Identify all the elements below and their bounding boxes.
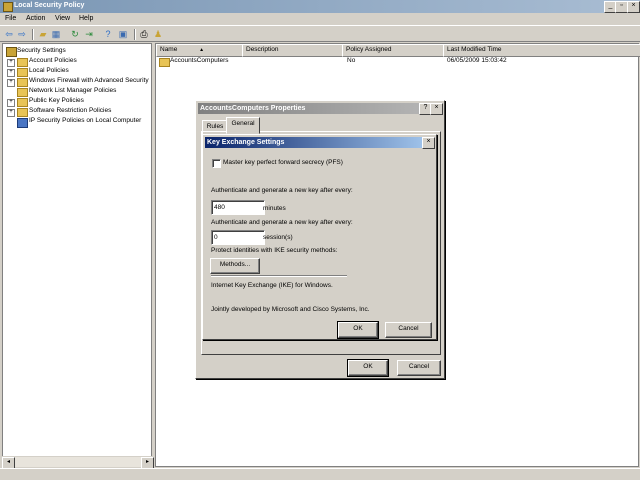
column-header-policy-assigned[interactable]: Policy Assigned [342, 44, 448, 57]
tree-item-public-key-policies[interactable]: Public Key Policies [29, 96, 84, 106]
cancel-button[interactable]: Cancel [397, 360, 441, 376]
tab-general[interactable]: General [226, 117, 260, 134]
key-exchange-dialog-title-bar[interactable]: Key Exchange Settings × [205, 137, 435, 149]
expand-icon[interactable]: + [7, 59, 15, 67]
window-title-bar[interactable]: Local Security Policy _ ▫ × [0, 0, 640, 13]
back-arrow-icon[interactable]: ⇦ [4, 29, 14, 39]
column-header-name[interactable]: Name ▲ [156, 44, 247, 57]
sessions-prompt: Authenticate and generate a new key afte… [211, 219, 353, 226]
ok-button[interactable]: OK [337, 321, 379, 339]
tree-item-windows-firewall[interactable]: Windows Firewall with Advanced Security [29, 76, 149, 86]
properties-sheet-icon[interactable]: ⎙ [139, 29, 149, 39]
expand-icon[interactable]: + [7, 99, 15, 107]
folder-icon [17, 78, 28, 87]
menu-action[interactable]: Action [26, 15, 45, 22]
security-policy-app-icon [3, 2, 13, 12]
folder-icon [17, 88, 28, 97]
ok-button[interactable]: OK [347, 359, 389, 377]
sessions-input[interactable] [211, 230, 265, 245]
tree-item-software-restriction[interactable]: Software Restriction Policies [29, 106, 111, 116]
protect-identities-label: Protect identities with IKE security met… [211, 247, 338, 254]
expand-icon[interactable]: + [7, 109, 15, 117]
ip-security-icon [17, 118, 28, 128]
tree-item-network-list-manager[interactable]: Network List Manager Policies [29, 86, 116, 96]
tree-horizontal-scrollbar[interactable]: ◂ ▸ [2, 456, 154, 470]
tree-item-account-policies[interactable]: Account Policies [29, 56, 77, 66]
tree-item-local-policies[interactable]: Local Policies [29, 66, 69, 76]
minutes-prompt: Authenticate and generate a new key afte… [211, 187, 353, 194]
close-button[interactable]: × [430, 103, 443, 115]
export-icon[interactable]: ⇥ [84, 29, 94, 39]
column-name-label: Name [160, 46, 178, 53]
folder-icon [17, 68, 28, 77]
security-settings-icon [6, 47, 17, 57]
properties-icon[interactable]: ▦ [51, 29, 61, 39]
up-folder-icon[interactable]: ▰ [38, 29, 48, 39]
row-last-modified: 06/05/2009 15:03:42 [447, 57, 507, 64]
menu-view[interactable]: View [55, 15, 70, 22]
column-header-last-modified[interactable]: Last Modified Time [443, 44, 640, 57]
close-button[interactable]: × [422, 137, 435, 149]
user-icon[interactable]: ♟ [153, 29, 163, 39]
row-name: AccountsComputers [170, 57, 229, 64]
column-header-description[interactable]: Description [242, 44, 347, 57]
row-policy-assigned: No [347, 57, 356, 64]
refresh-icon[interactable]: ↻ [70, 29, 80, 39]
key-exchange-dialog: Key Exchange Settings × Master key perfe… [202, 134, 437, 340]
sessions-unit-label: session(s) [263, 234, 293, 241]
properties-dialog-title-bar[interactable]: AccountsComputers Properties ? × [198, 103, 443, 115]
window-title: Local Security Policy [14, 2, 85, 9]
pfs-checkbox[interactable] [212, 159, 221, 168]
assign-policy-icon[interactable]: ▣ [118, 29, 128, 39]
cancel-button[interactable]: Cancel [385, 322, 432, 338]
folder-icon [17, 98, 28, 107]
policy-folder-icon [159, 58, 170, 67]
close-button[interactable]: × [627, 1, 640, 13]
ike-note: Internet Key Exchange (IKE) for Windows. [211, 282, 333, 289]
toolbar: ⇦ ⇨ ▰ ▦ ↻ ⇥ ? ▣ ⎙ ♟ [0, 25, 640, 42]
tree-root-security-settings[interactable]: Security Settings [17, 46, 66, 56]
expand-icon[interactable]: + [7, 69, 15, 77]
key-exchange-dialog-title: Key Exchange Settings [207, 139, 285, 146]
status-bar [0, 468, 640, 480]
forward-arrow-icon[interactable]: ⇨ [17, 29, 27, 39]
pfs-label: Master key perfect forward secrecy (PFS) [223, 159, 343, 166]
developed-note: Jointly developed by Microsoft and Cisco… [211, 306, 370, 313]
tree-item-ip-security[interactable]: IP Security Policies on Local Computer [29, 116, 141, 126]
menu-help[interactable]: Help [79, 15, 93, 22]
expand-icon[interactable]: + [7, 79, 15, 87]
menu-bar: File Action View Help [0, 13, 640, 25]
help-icon[interactable]: ? [103, 29, 113, 39]
divider [211, 275, 347, 277]
menu-file[interactable]: File [5, 15, 16, 22]
sort-ascending-icon: ▲ [199, 47, 205, 53]
folder-icon [17, 108, 28, 117]
properties-dialog-title: AccountsComputers Properties [200, 105, 306, 112]
minutes-input[interactable] [211, 200, 265, 215]
folder-icon [17, 58, 28, 67]
methods-button[interactable]: Methods... [210, 258, 260, 274]
minutes-unit-label: minutes [263, 205, 286, 212]
tree-pane[interactable]: Security Settings + Account Policies + L… [2, 43, 152, 467]
